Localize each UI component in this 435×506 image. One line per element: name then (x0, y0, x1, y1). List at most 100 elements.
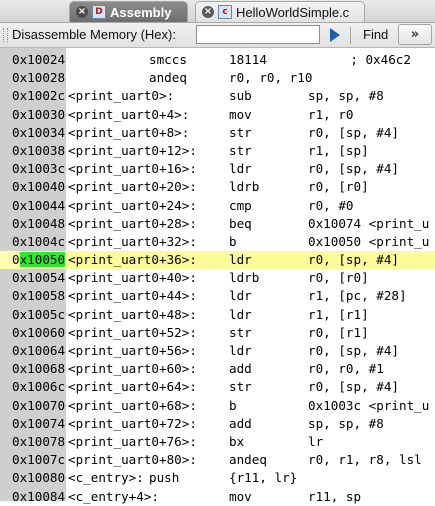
address-cell: 0x10040 (12, 179, 66, 195)
disassembly-row[interactable]: 0x10080 <c_entry>: push {r11, lr} (0, 469, 435, 487)
address-label: Disassemble Memory (Hex): (12, 27, 176, 42)
address-cell: 0x10034 (12, 124, 66, 140)
disassembly-row[interactable]: 0x1007c <print_uart0+80>: andeq r0, r1, r8,… (0, 451, 435, 469)
address-input[interactable] (196, 25, 320, 44)
symbol-label: <print_uart0+68>: (68, 397, 197, 413)
operands: r0, [r0] (308, 179, 369, 195)
symbol-label: <print_uart0+48>: (68, 306, 197, 322)
mnemonic: andeq (149, 70, 187, 86)
operands: 0x10050 <print_u (308, 233, 430, 249)
address-cell: 0x10048 (12, 215, 66, 231)
symbol-label: <print_uart0+76>: (68, 433, 197, 449)
operands: {r11, lr} (229, 470, 298, 486)
disassembly-row[interactable]: 0x1002c <print_uart0>: sub sp, sp, #8 (0, 87, 435, 105)
mnemonic: ldrb (229, 179, 260, 195)
disassembly-row[interactable]: 0x10064 <print_uart0+56>: ldr r0, [sp, #4] (0, 342, 435, 360)
mnemonic: cmp (229, 197, 252, 213)
disassembly-row[interactable]: 0x1003c <print_uart0+16>: ldr r0, [sp, #4] (0, 160, 435, 178)
disassembly-row[interactable]: 0x10054 <print_uart0+40>: ldrb r0, [r0] (0, 269, 435, 287)
address-cell: 0x10070 (12, 397, 66, 413)
c-source-file-icon: c (218, 5, 232, 19)
current-instruction-row[interactable]: 0x10050 <print_uart0+36>: ldr r0, [sp, #4] (0, 251, 435, 270)
tab-label: HelloWorldSimple.c (236, 4, 350, 20)
symbol-label: <print_uart0+64>: (68, 379, 197, 395)
mnemonic: ldr (229, 306, 252, 322)
operands: r0, [r0] (308, 270, 369, 286)
symbol-label: <c_entry+4>: (68, 488, 159, 504)
disassembly-row[interactable]: 0x10040 <print_uart0+20>: ldrb r0, [r0] (0, 178, 435, 196)
address-cell: 0x10044 (12, 197, 66, 213)
mnemonic: mov (229, 488, 252, 504)
symbol-label: <print_uart0+56>: (68, 343, 197, 358)
symbol-label: <print_uart0+80>: (68, 452, 197, 468)
tab-helloworldsimple-c[interactable]: × c HelloWorldSimple.c (195, 1, 365, 22)
mnemonic: b (229, 233, 237, 249)
disassembly-row[interactable]: 0x10030 <print_uart0+4>: mov r1, r0 (0, 106, 435, 124)
tab-bar: × D Assembly × c HelloWorldSimple.c (0, 0, 435, 23)
mnemonic: andeq (229, 452, 267, 468)
mnemonic: beq (229, 215, 252, 231)
mnemonic: bx (229, 433, 245, 449)
toolbar-grip-icon[interactable] (3, 28, 8, 42)
address-cell: 0x10060 (12, 324, 66, 340)
symbol-label: <print_uart0>: (68, 88, 175, 104)
tab-assembly[interactable]: × D Assembly (69, 1, 188, 22)
close-icon[interactable]: × (202, 6, 214, 18)
operands: r0, r0, r10 (229, 70, 313, 86)
disassembly-row[interactable]: 0x1006c <print_uart0+64>: str r0, [sp, #4] (0, 378, 435, 396)
symbol-label: <print_uart0+44>: (68, 288, 197, 304)
disassembly-row[interactable]: 0x10024 smccs 18114 ; 0x46c2 (0, 51, 435, 69)
operands: r0, [sp, #4] (308, 379, 399, 395)
address-cell: 0x10064 (12, 343, 66, 358)
disassembly-row[interactable]: 0x10048 <print_uart0+28>: beq 0x10074 <prin… (0, 215, 435, 233)
mnemonic: b (229, 397, 237, 413)
disassembly-row[interactable]: 0x10028 andeq r0, r0, r10 (0, 69, 435, 87)
disassembly-row[interactable]: 0x10070 <print_uart0+68>: b 0x1003c <print_… (0, 397, 435, 415)
disassembly-row[interactable]: 0x10044 <print_uart0+24>: cmp r0, #0 (0, 197, 435, 215)
operands: r0, r0, #1 (308, 361, 384, 377)
tab-label: Assembly (110, 4, 172, 20)
symbol-label: <print_uart0+36>: (68, 252, 197, 268)
address-cell: 0x1005c (12, 306, 66, 322)
mnemonic: ldrb (229, 270, 260, 286)
symbol-label: <print_uart0+24>: (68, 197, 197, 213)
mnemonic: str (229, 379, 252, 395)
toolbar-separator (350, 27, 351, 44)
address-cell: 0x10084 (12, 488, 66, 504)
symbol-label: <c_entry>: (68, 470, 144, 486)
go-arrow-icon[interactable] (330, 28, 340, 42)
address-cell: 0x1002c (12, 88, 66, 104)
address-cell: 0x1006c (12, 379, 66, 395)
disassembly-row[interactable]: 0x1004c <print_uart0+32>: b 0x10050 <print_… (0, 233, 435, 251)
disassembly-row[interactable]: 0x10058 <print_uart0+44>: ldr r1, [pc, #28] (0, 287, 435, 305)
disassembly-row[interactable]: 0x10060 <print_uart0+52>: str r0, [r1] (0, 324, 435, 342)
operands: r1, r0 (308, 106, 354, 122)
disassembly-row[interactable]: 0x10078 <print_uart0+76>: bx lr (0, 433, 435, 451)
address-cell: 0x10024 (12, 52, 66, 67)
operands: 0x1003c <print_u (308, 397, 430, 413)
symbol-label: <print_uart0+4>: (68, 106, 190, 122)
operands: r11, sp (308, 488, 362, 504)
symbol-label: <print_uart0+16>: (68, 161, 197, 177)
disassembly-row[interactable]: 0x10074 <print_uart0+72>: add sp, sp, #8 (0, 415, 435, 433)
address-cell: 0x10030 (12, 106, 66, 122)
mnemonic: smccs (149, 52, 187, 67)
address-cell: 0x10074 (12, 415, 66, 431)
address-cell: 0x10050 (12, 252, 66, 268)
symbol-label: <print_uart0+52>: (68, 324, 197, 340)
address-cell: 0x10058 (12, 288, 66, 304)
disassembly-row[interactable]: 0x10068 <print_uart0+60>: add r0, r0, #1 (0, 360, 435, 378)
mnemonic: ldr (229, 288, 252, 304)
close-icon[interactable]: × (76, 6, 88, 18)
disassembly-listing[interactable]: 0x10024 smccs 18114 ; 0x46c2 0x10028 andeq r0… (0, 51, 435, 506)
disassembly-row[interactable]: 0x1005c <print_uart0+48>: ldr r1, [r1] (0, 306, 435, 324)
overflow-chevron-button[interactable]: » (398, 24, 432, 45)
disassembly-row[interactable]: 0x10038 <print_uart0+12>: str r1, [sp] (0, 142, 435, 160)
mnemonic: add (229, 415, 252, 431)
symbol-label: <print_uart0+40>: (68, 270, 197, 286)
disassembly-row[interactable]: 0x10084 <c_entry+4>: mov r11, sp (0, 488, 435, 506)
mnemonic: str (229, 324, 252, 340)
operands: r0, [sp, #4] (308, 124, 399, 140)
find-button[interactable]: Find (363, 27, 388, 42)
disassembly-row[interactable]: 0x10034 <print_uart0+8>: str r0, [sp, #4] (0, 124, 435, 142)
